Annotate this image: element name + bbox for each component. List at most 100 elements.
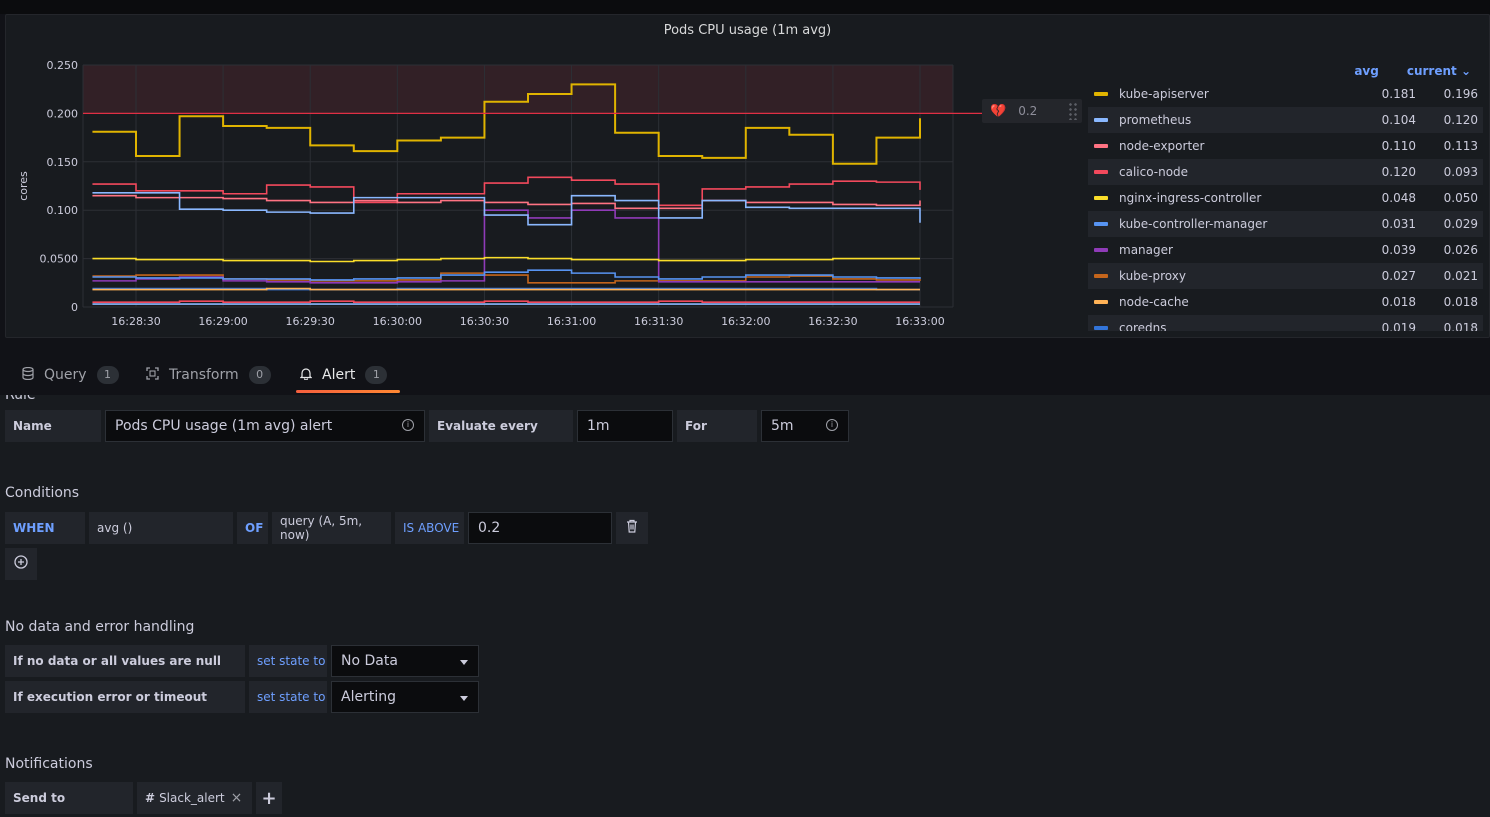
legend-item[interactable]: kube-controller-manager 0.031 0.029 <box>1088 211 1483 237</box>
legend-current-value: 0.050 <box>1443 191 1478 205</box>
legend-series-name[interactable]: prometheus <box>1119 113 1356 127</box>
threshold-handle[interactable]: 💔 0.2 <box>982 99 1082 123</box>
nodata-title: No data and error handling <box>5 619 195 635</box>
add-condition-button[interactable] <box>5 548 37 580</box>
when-keyword: WHEN <box>5 512 85 544</box>
broken-heart-icon: 💔 <box>990 103 1007 119</box>
legend-item[interactable]: calico-node 0.120 0.093 <box>1088 159 1483 185</box>
legend-series-name[interactable]: coredns <box>1119 321 1356 331</box>
notification-channel-name: Slack_alert <box>159 791 225 805</box>
x-tick-label: 16:32:30 <box>808 315 857 328</box>
legend-current-value: 0.029 <box>1443 217 1478 231</box>
error-label: If execution error or timeout <box>5 681 245 713</box>
legend-item[interactable]: kube-proxy 0.027 0.021 <box>1088 263 1483 289</box>
send-to-label: Send to <box>5 782 133 814</box>
notification-channel-chip[interactable]: # Slack_alert × <box>137 782 252 814</box>
legend-swatch[interactable] <box>1094 248 1108 252</box>
tab-alert[interactable]: Alert 1 <box>299 366 388 384</box>
tab-transform[interactable]: Transform 0 <box>146 366 271 384</box>
info-icon[interactable]: i <box>826 419 838 431</box>
legend-avg-value: 0.120 <box>1381 165 1416 179</box>
evaluator-select[interactable]: IS ABOVE <box>395 512 464 544</box>
legend-swatch[interactable] <box>1094 300 1108 304</box>
legend-series-name[interactable]: calico-node <box>1119 165 1356 179</box>
notifications-title: Notifications <box>5 756 93 772</box>
legend-current-value: 0.026 <box>1443 243 1478 257</box>
for-value: 5m <box>771 418 794 434</box>
x-tick-label: 16:28:30 <box>111 315 160 328</box>
legend-swatch[interactable] <box>1094 274 1108 278</box>
legend-item[interactable]: kube-apiserver 0.181 0.196 <box>1088 81 1483 107</box>
tab-alert-count: 1 <box>365 366 388 384</box>
legend-avg-value: 0.110 <box>1381 139 1416 153</box>
series-line <box>92 194 921 210</box>
database-icon <box>22 366 34 384</box>
plus-circle-icon <box>14 555 28 573</box>
info-icon[interactable]: i <box>402 419 414 431</box>
rule-name-input[interactable]: Pods CPU usage (1m avg) alert i <box>105 410 425 442</box>
legend-avg-value: 0.019 <box>1381 321 1416 331</box>
legend-series-name[interactable]: node-cache <box>1119 295 1356 309</box>
evaluate-every-input[interactable]: 1m <box>577 410 673 442</box>
legend-swatch[interactable] <box>1094 196 1108 200</box>
remove-icon[interactable]: × <box>231 790 243 806</box>
y-tick-label: 0.250 <box>47 59 79 72</box>
series-line <box>92 300 920 303</box>
caret-down-icon <box>460 696 468 701</box>
error-state-value: Alerting <box>341 689 396 705</box>
legend-sort-current[interactable]: current ⌄ <box>1393 64 1471 78</box>
rule-name-value: Pods CPU usage (1m avg) alert <box>115 418 333 434</box>
plus-icon: + <box>261 787 277 809</box>
delete-condition-button[interactable] <box>616 512 648 544</box>
legend-swatch[interactable] <box>1094 118 1108 122</box>
for-input[interactable]: 5m i <box>761 410 849 442</box>
query-select[interactable]: query (A, 5m, now) <box>272 512 391 544</box>
nodata-state-select[interactable]: No Data <box>331 645 479 677</box>
legend-swatch[interactable] <box>1094 222 1108 226</box>
legend-avg-value: 0.027 <box>1381 269 1416 283</box>
legend-current-value: 0.093 <box>1443 165 1478 179</box>
legend-item[interactable]: node-cache 0.018 0.018 <box>1088 289 1483 315</box>
bell-icon <box>299 367 313 384</box>
legend-swatch[interactable] <box>1094 144 1108 148</box>
x-tick-label: 16:29:30 <box>286 315 335 328</box>
tab-transform-count: 0 <box>248 366 271 384</box>
for-label: For <box>677 410 757 442</box>
x-tick-label: 16:31:00 <box>547 315 596 328</box>
reducer-select[interactable]: avg () <box>89 512 233 544</box>
error-state-select[interactable]: Alerting <box>331 681 479 713</box>
legend-series-name[interactable]: nginx-ingress-controller <box>1119 191 1356 205</box>
x-tick-label: 16:30:30 <box>460 315 509 328</box>
alert-editor: Rule Name Pods CPU usage (1m avg) alert … <box>0 395 1490 817</box>
legend-current-value: 0.120 <box>1443 113 1478 127</box>
legend-current-value: 0.021 <box>1443 269 1478 283</box>
legend-item[interactable]: nginx-ingress-controller 0.048 0.050 <box>1088 185 1483 211</box>
legend-series-name[interactable]: kube-controller-manager <box>1119 217 1356 231</box>
tab-query-count: 1 <box>96 366 119 384</box>
legend-item[interactable]: manager 0.039 0.026 <box>1088 237 1483 263</box>
evaluate-every-label: Evaluate every <box>429 410 573 442</box>
legend-item[interactable]: node-exporter 0.110 0.113 <box>1088 133 1483 159</box>
legend-series-name[interactable]: kube-proxy <box>1119 269 1356 283</box>
legend-swatch[interactable] <box>1094 326 1108 330</box>
legend-sort-avg[interactable]: avg <box>1354 64 1379 78</box>
legend-current-value: 0.196 <box>1443 87 1478 101</box>
legend-swatch[interactable] <box>1094 92 1108 96</box>
add-notification-button[interactable]: + <box>256 782 282 814</box>
transform-icon <box>146 366 159 384</box>
legend-series-name[interactable]: manager <box>1119 243 1356 257</box>
y-axis-label: cores <box>17 171 30 201</box>
legend-avg-value: 0.048 <box>1381 191 1416 205</box>
legend-series-name[interactable]: kube-apiserver <box>1119 87 1356 101</box>
drag-handle-icon[interactable] <box>1068 102 1078 120</box>
y-tick-label: 0 <box>71 301 78 314</box>
legend-series-name[interactable]: node-exporter <box>1119 139 1356 153</box>
tab-query[interactable]: Query 1 <box>22 366 119 384</box>
legend-swatch[interactable] <box>1094 170 1108 174</box>
caret-down-icon <box>460 660 468 665</box>
chevron-down-icon: ⌄ <box>1460 64 1471 78</box>
threshold-input[interactable]: 0.2 <box>468 512 612 544</box>
series-line <box>92 176 921 207</box>
legend-item[interactable]: coredns 0.019 0.018 <box>1088 315 1483 331</box>
legend-item[interactable]: prometheus 0.104 0.120 <box>1088 107 1483 133</box>
